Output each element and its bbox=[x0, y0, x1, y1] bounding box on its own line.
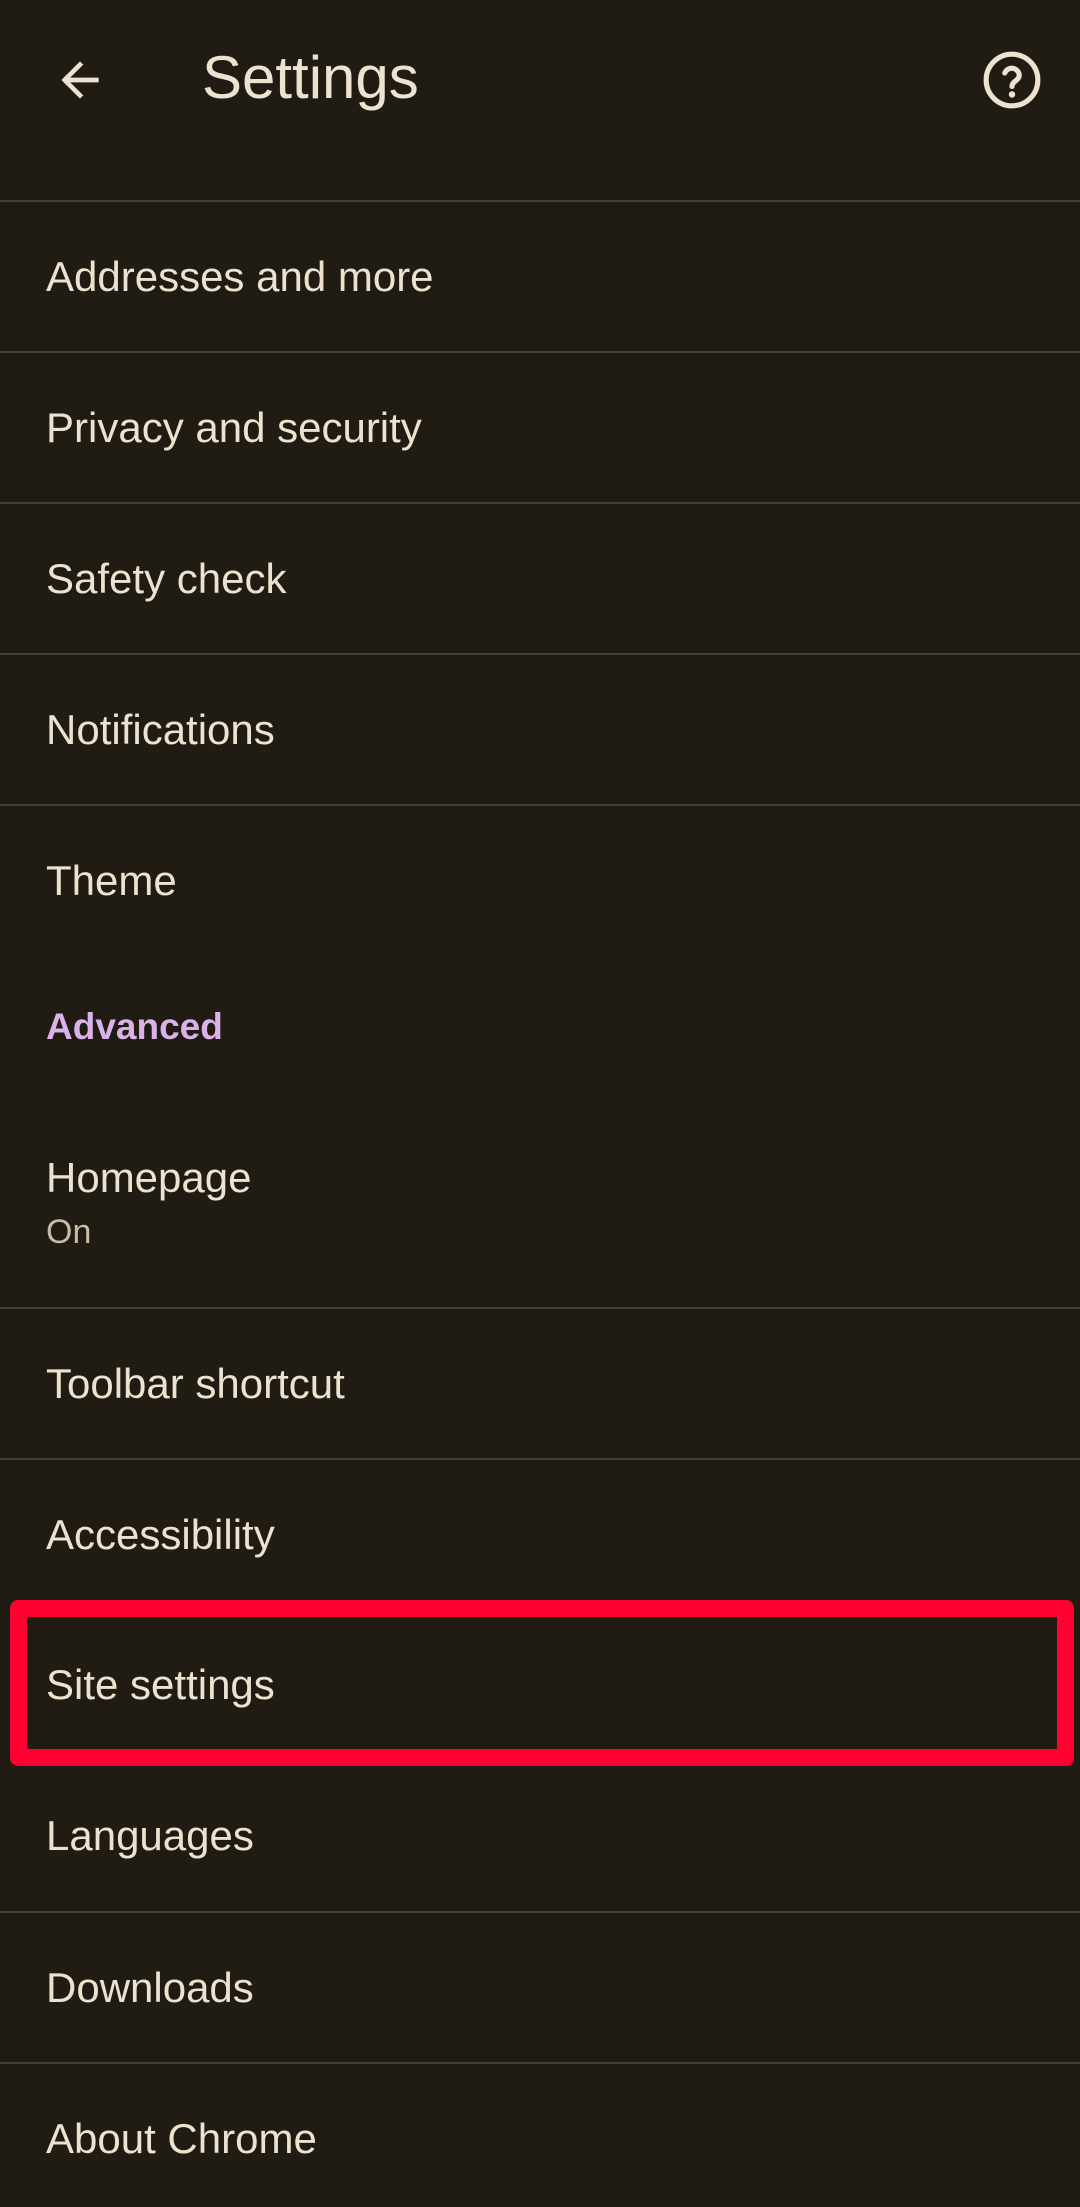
settings-item-label: About Chrome bbox=[46, 2114, 317, 2162]
settings-item-label: Privacy and security bbox=[46, 403, 422, 451]
settings-item-label: Notifications bbox=[46, 705, 275, 753]
settings-item-label: Safety check bbox=[46, 554, 287, 602]
back-button[interactable] bbox=[30, 30, 130, 130]
settings-item-homepage[interactable]: Homepage On bbox=[0, 1098, 1080, 1307]
settings-item-addresses[interactable]: Addresses and more bbox=[0, 200, 1080, 351]
arrow-back-icon bbox=[61, 61, 99, 99]
settings-item-label: Toolbar shortcut bbox=[46, 1359, 345, 1407]
page-title: Settings bbox=[202, 44, 419, 111]
settings-item-label: Site settings bbox=[46, 1660, 275, 1708]
help-circle-icon bbox=[983, 51, 1041, 109]
settings-item-notifications[interactable]: Notifications bbox=[0, 653, 1080, 804]
settings-item-site-settings[interactable]: Site settings bbox=[0, 1609, 1080, 1760]
settings-item-summary: On bbox=[46, 1212, 92, 1251]
settings-item-theme[interactable]: Theme bbox=[0, 804, 1080, 955]
section-header-label: Advanced bbox=[46, 1005, 223, 1047]
settings-item-languages[interactable]: Languages bbox=[0, 1760, 1080, 1911]
settings-item-label: Downloads bbox=[46, 1963, 254, 2011]
app-bar: Settings bbox=[0, 0, 1080, 200]
settings-item-toolbar-shortcut[interactable]: Toolbar shortcut bbox=[0, 1307, 1080, 1458]
settings-item-label: Languages bbox=[46, 1811, 254, 1859]
settings-item-label: Theme bbox=[46, 856, 177, 904]
settings-list: Addresses and more Privacy and security … bbox=[0, 200, 1080, 2207]
settings-item-privacy[interactable]: Privacy and security bbox=[0, 351, 1080, 502]
settings-item-safety-check[interactable]: Safety check bbox=[0, 502, 1080, 653]
settings-item-downloads[interactable]: Downloads bbox=[0, 1911, 1080, 2062]
section-header-advanced: Advanced bbox=[0, 955, 1080, 1098]
settings-item-accessibility[interactable]: Accessibility bbox=[0, 1458, 1080, 1609]
help-button[interactable] bbox=[962, 30, 1062, 130]
settings-item-label: Addresses and more bbox=[46, 252, 434, 300]
settings-item-about-chrome[interactable]: About Chrome bbox=[0, 2062, 1080, 2207]
settings-item-label: Homepage bbox=[46, 1153, 252, 1201]
settings-item-label: Accessibility bbox=[46, 1510, 275, 1558]
